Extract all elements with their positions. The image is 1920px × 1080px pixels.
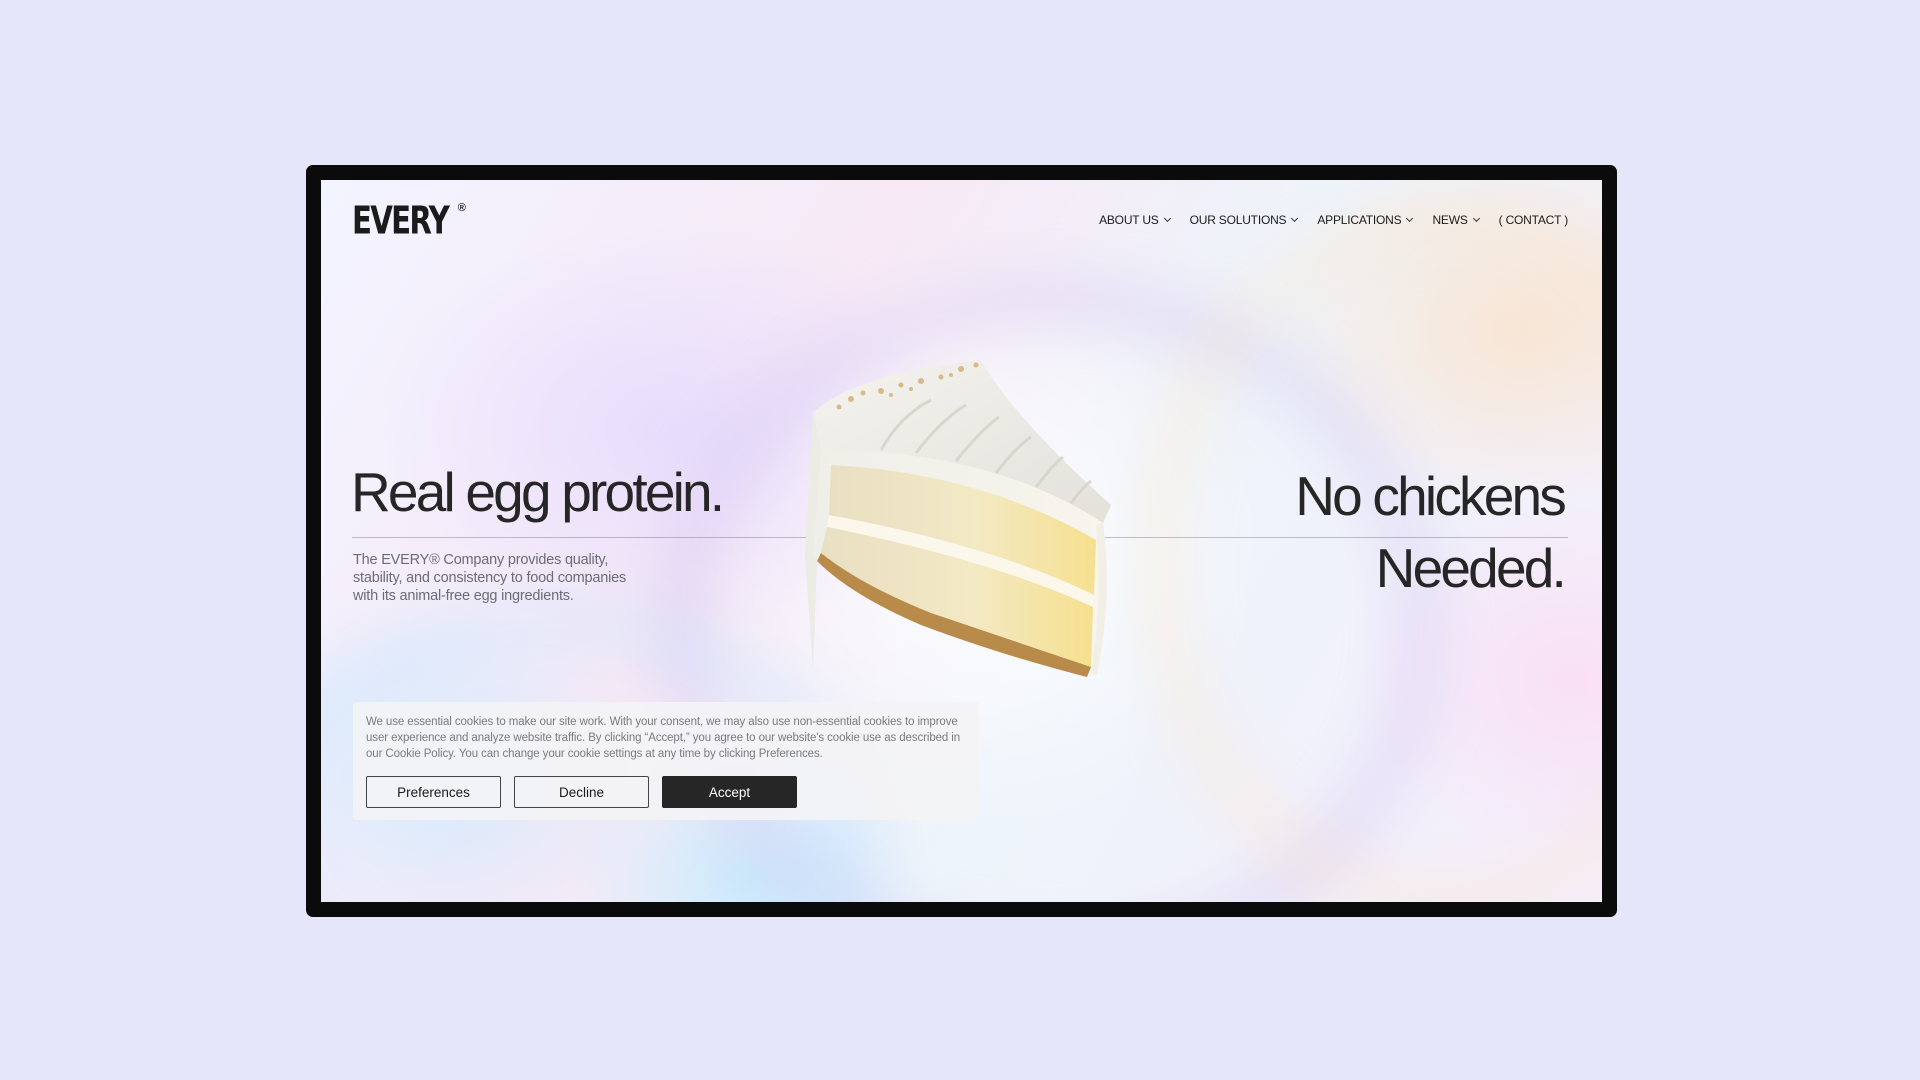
nav-item-label: NEWS bbox=[1432, 213, 1468, 227]
nav-item-label: ABOUT US bbox=[1099, 213, 1159, 227]
brand-logo-wordmark: EVERY bbox=[352, 198, 450, 244]
nav-item-applications[interactable]: APPLICATIONS bbox=[1317, 213, 1414, 227]
device-frame: EVERY ® ABOUT US OUR SOLUTIONS APPLICATI… bbox=[306, 165, 1617, 917]
cookie-preferences-button[interactable]: Preferences bbox=[366, 776, 501, 808]
brand-logo[interactable]: EVERY ® bbox=[352, 200, 466, 243]
nav-item-contact[interactable]: ( CONTACT ) bbox=[1498, 213, 1569, 227]
nav-item-our-solutions[interactable]: OUR SOLUTIONS bbox=[1189, 213, 1299, 227]
nav-item-label: OUR SOLUTIONS bbox=[1189, 213, 1287, 227]
hero-headline-right-line1: No chickens bbox=[1295, 465, 1567, 527]
nav-item-about-us[interactable]: ABOUT US bbox=[1099, 213, 1171, 227]
registered-mark: ® bbox=[457, 202, 466, 214]
hero-headline-left: Real egg protein. bbox=[351, 461, 725, 523]
cake-slice-image bbox=[805, 360, 1111, 677]
nav-item-label: APPLICATIONS bbox=[1317, 213, 1402, 227]
chevron-down-icon bbox=[1472, 214, 1480, 223]
cookie-decline-button[interactable]: Decline bbox=[514, 776, 649, 808]
hero-headline-right: No chickens Needed. bbox=[1295, 460, 1567, 604]
cookie-consent-banner: We use essential cookies to make our sit… bbox=[353, 702, 979, 820]
hero-headline-right-line2: Needed. bbox=[1375, 537, 1567, 599]
main-nav: ABOUT US OUR SOLUTIONS APPLICATIONS NEWS… bbox=[1099, 213, 1568, 227]
cookie-consent-text: We use essential cookies to make our sit… bbox=[366, 716, 961, 760]
hero-subcopy: The EVERY® Company provides quality, sta… bbox=[353, 552, 627, 604]
website-viewport: EVERY ® ABOUT US OUR SOLUTIONS APPLICATI… bbox=[321, 180, 1602, 902]
chevron-down-icon bbox=[1163, 214, 1171, 223]
chevron-down-icon bbox=[1291, 214, 1299, 223]
chevron-down-icon bbox=[1406, 214, 1414, 223]
cookie-accept-button[interactable]: Accept bbox=[662, 776, 797, 808]
nav-item-news[interactable]: NEWS bbox=[1432, 213, 1480, 227]
nav-item-label: ( CONTACT ) bbox=[1498, 213, 1569, 227]
